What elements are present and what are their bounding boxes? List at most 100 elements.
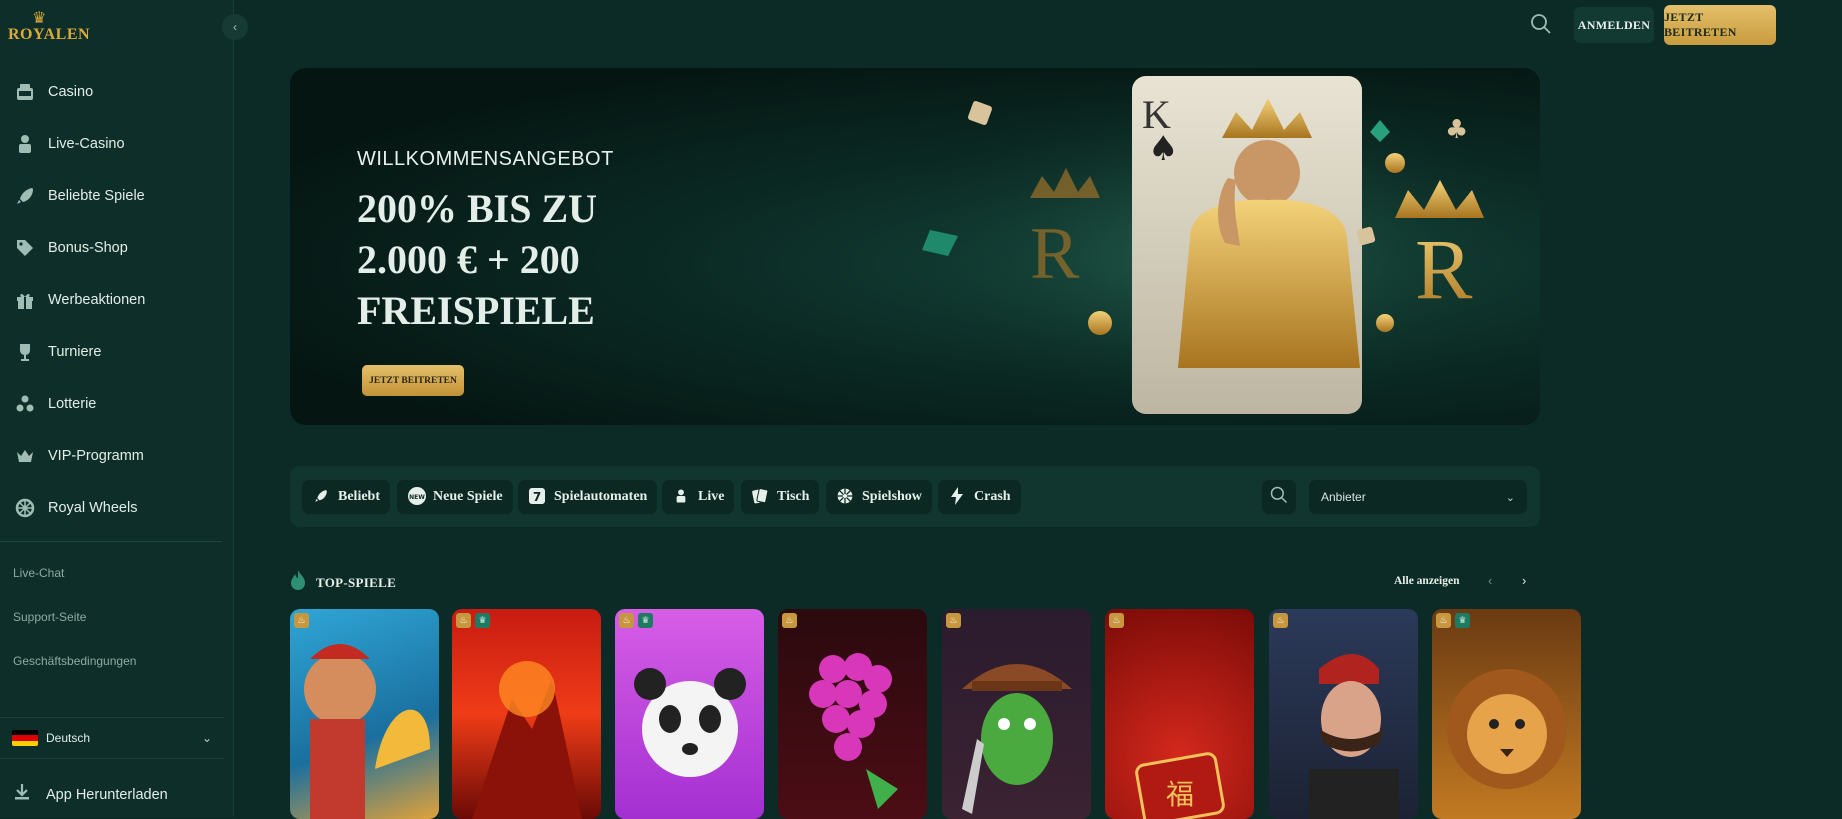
login-button[interactable]: ANMELDEN xyxy=(1574,7,1654,43)
trophy-icon xyxy=(12,339,38,365)
filter-chip-spielautomaten[interactable]: 7 Spielautomaten xyxy=(518,480,658,514)
game-tile[interactable]: 福 ♨ xyxy=(1105,609,1254,819)
filter-chip-beliebt[interactable]: Beliebt xyxy=(302,480,390,514)
hot-badge-icon: ♨ xyxy=(1436,613,1451,628)
provider-select-label: Anbieter xyxy=(1321,490,1366,504)
sidebar-item-lotterie[interactable]: Lotterie xyxy=(0,378,234,430)
sidebar-item-label: Turniere xyxy=(48,344,102,360)
carousel-next-button[interactable]: › xyxy=(1522,573,1526,588)
sidebar-item-bonus-shop[interactable]: Bonus-Shop xyxy=(0,222,234,274)
game-thumbnail xyxy=(962,664,1072,814)
chevron-down-icon: ⌄ xyxy=(1505,491,1515,504)
seven-icon: 7 xyxy=(528,487,546,508)
game-search-button[interactable] xyxy=(1262,480,1296,514)
carousel-prev-button[interactable]: ‹ xyxy=(1488,573,1492,588)
hot-badge-icon: ♨ xyxy=(294,613,309,628)
game-tile[interactable]: ♨ xyxy=(778,609,927,819)
game-tile[interactable]: ♨ xyxy=(942,609,1091,819)
svg-text:R: R xyxy=(1030,213,1080,295)
filter-chip-crash[interactable]: Crash xyxy=(938,480,1021,514)
sidebar-item-turniere[interactable]: Turniere xyxy=(0,326,234,378)
game-tile[interactable]: ♨ ♛ xyxy=(615,609,764,819)
sidebar-item-label: Live-Casino xyxy=(48,136,125,152)
sidebar-item-casino[interactable]: Casino xyxy=(0,66,234,118)
filter-chip-spielshow[interactable]: Spielshow xyxy=(826,480,932,514)
sidebar: ♛ ROYALEN Casino Live-Casino Beliebte Sp… xyxy=(0,0,234,817)
app-download-label: App Herunterladen xyxy=(46,786,168,803)
game-tile[interactable]: ♨ ♛ xyxy=(1432,609,1581,819)
svg-text:♣: ♣ xyxy=(1445,115,1468,145)
dealer-icon xyxy=(12,131,38,157)
search-icon[interactable] xyxy=(1529,12,1555,38)
game-thumbnail xyxy=(634,668,746,777)
chevron-down-icon: ⌄ xyxy=(201,731,212,745)
filter-chip-live[interactable]: Live xyxy=(662,480,735,514)
filter-chip-label: Crash xyxy=(974,489,1011,504)
hero-headline-line: FREISPIELE xyxy=(357,288,595,333)
rocket-icon xyxy=(12,183,38,209)
top-bar: ANMELDEN JETZT BEITRETEN xyxy=(235,0,1842,52)
hot-badge-icon: ♨ xyxy=(782,613,797,628)
jackpot-badge-icon: ♛ xyxy=(1455,613,1470,628)
provider-select[interactable]: Anbieter ⌄ xyxy=(1309,480,1527,514)
new-badge-icon: NEW xyxy=(407,486,426,509)
svg-text:♠: ♠ xyxy=(1148,129,1178,169)
hero-join-button[interactable]: JETZT BEITRETEN xyxy=(362,365,464,396)
game-thumbnail xyxy=(1447,669,1567,789)
game-tile[interactable]: ♨ xyxy=(290,609,439,819)
sidebar-item-label: Werbeaktionen xyxy=(48,292,146,308)
game-thumbnail: 福 xyxy=(1135,752,1225,819)
game-tile[interactable]: ♨ xyxy=(1269,609,1418,819)
sidebar-nav: Casino Live-Casino Beliebte Spiele Bonus… xyxy=(0,66,234,534)
sidebar-item-werbeaktionen[interactable]: Werbeaktionen xyxy=(0,274,234,326)
filter-chip-label: Spielshow xyxy=(862,489,922,504)
search-icon xyxy=(1269,485,1289,510)
flame-icon xyxy=(290,570,306,595)
filter-chip-label: Neue Spiele xyxy=(433,489,503,504)
chevron-right-icon: › xyxy=(1522,573,1527,588)
sidebar-divider xyxy=(0,541,222,542)
live-chat-link[interactable]: Live-Chat xyxy=(13,566,136,610)
lottery-balls-icon xyxy=(12,391,38,417)
filter-chip-label: Live xyxy=(698,489,725,504)
hero-headline: 200% BIS ZU 2.000 € + 200 FREISPIELE xyxy=(357,183,777,336)
hero-headline-line: 2.000 € + 200 xyxy=(357,237,580,282)
game-tile[interactable]: ♨ ♛ xyxy=(452,609,601,819)
svg-text:NEW: NEW xyxy=(409,494,425,501)
filter-chip-label: Tisch xyxy=(777,489,810,504)
app-download-link[interactable]: App Herunterladen xyxy=(12,782,168,807)
hot-badge-icon: ♨ xyxy=(1273,613,1288,628)
sidebar-item-label: Royal Wheels xyxy=(48,500,138,516)
lightning-icon xyxy=(948,486,966,508)
terms-link[interactable]: Geschäftsbedingungen xyxy=(13,654,136,698)
royalen-logo[interactable]: ♛ ROYALEN xyxy=(8,6,90,46)
rocket-icon xyxy=(312,488,330,507)
sidebar-item-live-casino[interactable]: Live-Casino xyxy=(0,118,234,170)
sidebar-item-vip-programm[interactable]: VIP-Programm xyxy=(0,430,234,482)
view-all-link[interactable]: Alle anzeigen xyxy=(1394,575,1459,587)
sidebar-item-beliebte-spiele[interactable]: Beliebte Spiele xyxy=(0,170,234,222)
top-games-header: TOP-SPIELE Alle anzeigen ‹ › xyxy=(290,568,1540,596)
sidebar-item-label: Lotterie xyxy=(48,396,97,412)
chevron-left-icon: ‹ xyxy=(1488,573,1493,588)
hot-badge-icon: ♨ xyxy=(456,613,471,628)
game-filter-bar: Beliebt NEW Neue Spiele 7 Spielautomaten… xyxy=(290,466,1540,527)
language-selector[interactable]: Deutsch ⌄ xyxy=(0,717,224,759)
hot-badge-icon: ♨ xyxy=(1109,613,1124,628)
hot-badge-icon: ♨ xyxy=(619,613,634,628)
sidebar-item-royal-wheels[interactable]: Royal Wheels xyxy=(0,482,234,534)
top-games-row: ♨ ♨ ♛ ♨ ♛ ♨ ♨ 福 ♨ ♨ ♨ ♛ xyxy=(290,609,1581,819)
join-button[interactable]: JETZT BEITRETEN xyxy=(1664,5,1776,45)
filter-chip-tisch[interactable]: Tisch xyxy=(741,480,820,514)
jackpot-badge-icon: ♛ xyxy=(475,613,490,628)
sidebar-item-label: Bonus-Shop xyxy=(48,240,128,256)
game-thumbnail xyxy=(809,653,898,809)
filter-chip-neue-spiele[interactable]: NEW Neue Spiele xyxy=(397,480,513,514)
hero-banner[interactable]: WILLKOMMENSANGEBOT 200% BIS ZU 2.000 € +… xyxy=(290,68,1540,425)
svg-text:R: R xyxy=(1415,221,1473,317)
svg-text:7: 7 xyxy=(533,490,541,504)
crown-icon: ♛ xyxy=(32,10,47,27)
support-link[interactable]: Support-Seite xyxy=(13,610,136,654)
dealer-icon xyxy=(672,487,690,508)
game-thumbnail xyxy=(1309,654,1399,819)
